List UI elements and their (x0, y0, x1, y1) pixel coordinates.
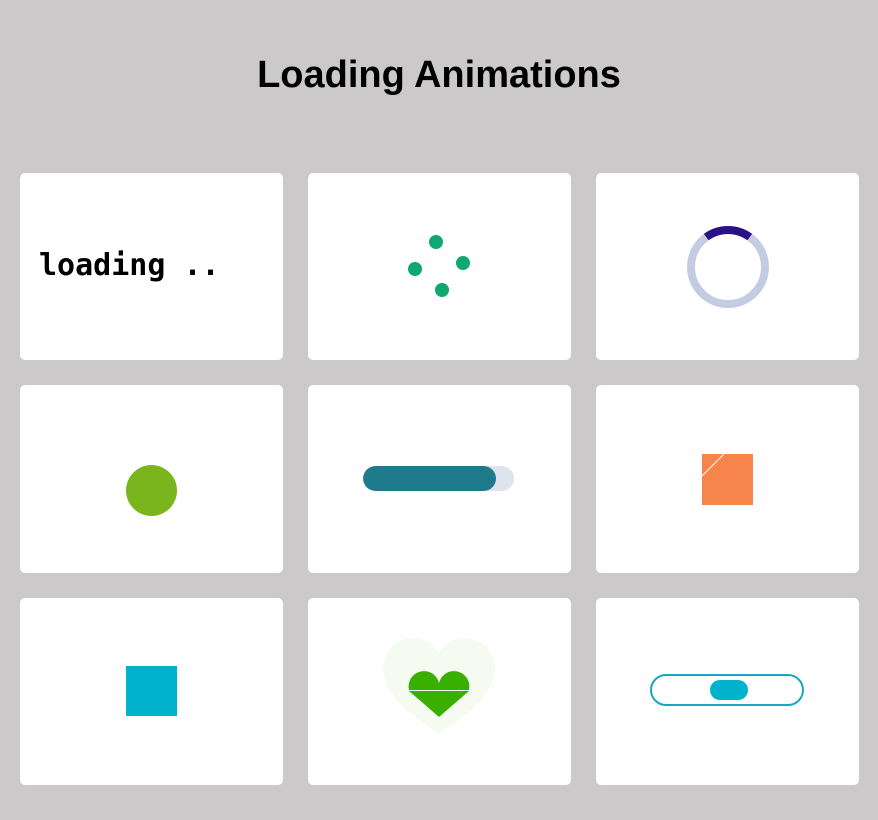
loader-card-toggle (596, 598, 859, 785)
loader-dot (408, 262, 422, 276)
loader-card-dots (308, 173, 571, 360)
toggle-knob (710, 680, 748, 700)
ring-arc (703, 226, 753, 241)
loader-card-flip-square (596, 385, 859, 573)
loader-card-square (20, 598, 283, 785)
loader-card-heart (308, 598, 571, 785)
heart-icon (383, 638, 495, 734)
cyan-square (126, 666, 177, 716)
loading-text: loading .. (39, 248, 220, 283)
loader-dot (429, 235, 443, 249)
pulse-circle (126, 465, 177, 516)
loader-card-ring (596, 173, 859, 360)
loader-dot (435, 283, 449, 297)
page-title: Loading Animations (257, 54, 621, 96)
loader-card-progress (308, 385, 571, 573)
loader-card-text: loading .. (20, 173, 283, 360)
progress-track (363, 466, 514, 491)
loader-dot (456, 256, 470, 270)
ring-track (687, 226, 769, 308)
ring-spinner-icon (687, 226, 769, 308)
loader-grid: loading .. (20, 173, 859, 785)
loader-card-circle (20, 385, 283, 573)
flip-square-icon (702, 454, 753, 505)
toggle-track (650, 674, 804, 706)
progress-fill (363, 466, 496, 491)
